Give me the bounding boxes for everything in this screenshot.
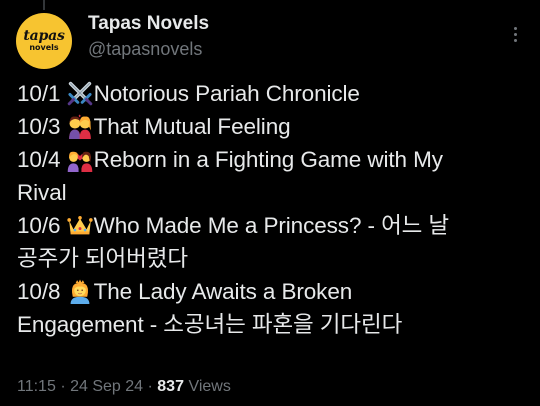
tweet-metadata: 11:15 · 24 Sep 24 · 837 Views: [17, 376, 231, 398]
author-info: Tapas Novels @tapasnovels: [88, 13, 209, 60]
crown-icon: [66, 212, 93, 238]
tweet-header: tapas novels Tapas Novels @tapasnovels: [16, 13, 528, 69]
tweet-line: 10/8 The Lady Awaits a Broken: [17, 275, 527, 308]
meta-separator: ·: [147, 378, 153, 395]
tweet-line: 10/3 That Mutual Feeling: [17, 110, 527, 143]
avatar-logo-bottom: novels: [29, 43, 59, 52]
tweet-time[interactable]: 11:15: [17, 378, 56, 395]
series-title[interactable]: Notorious Pariah Chronicle: [94, 81, 360, 106]
tweet-line: 10/4 Reborn in a Fighting Game with My: [17, 143, 527, 176]
crossed-swords-icon: [67, 80, 93, 106]
handle[interactable]: @tapasnovels: [88, 38, 209, 60]
views-label: Views: [188, 378, 231, 395]
avatar-logo-top: tapas: [23, 28, 65, 44]
avatar[interactable]: tapas novels: [16, 13, 72, 69]
tweet-date[interactable]: 24 Sep 24: [70, 378, 143, 395]
release-date: 10/3: [17, 114, 61, 139]
release-date: 10/4: [17, 147, 61, 172]
thread-connector-line: [43, 0, 45, 10]
tweet-line-continued: 공주가 되어버렸다: [17, 246, 188, 271]
series-title[interactable]: Reborn in a Fighting Game with My: [94, 147, 443, 172]
couple-with-heart-icon: [67, 146, 93, 172]
more-dot-icon: [513, 26, 517, 30]
series-title[interactable]: The Lady Awaits a Broken: [94, 279, 353, 304]
series-title[interactable]: That Mutual Feeling: [94, 114, 291, 139]
meta-separator: ·: [60, 378, 66, 395]
tweet-line-continued: Rival: [17, 180, 67, 205]
tweet-text: 10/1 Notorious Pariah Chronicle 10/3 Tha…: [17, 77, 527, 341]
release-date: 10/1: [17, 81, 61, 106]
views-count[interactable]: 837: [157, 378, 184, 395]
series-title[interactable]: Who Made Me a Princess? - 어느 날: [94, 213, 450, 238]
more-dot-icon: [513, 32, 517, 36]
more-options-button[interactable]: [508, 23, 522, 45]
release-date: 10/8: [17, 279, 61, 304]
more-dot-icon: [513, 38, 517, 42]
display-name[interactable]: Tapas Novels: [88, 13, 209, 35]
release-date: 10/6: [17, 213, 61, 238]
princess-icon: [67, 278, 93, 304]
tweet-line-continued: Engagement - 소공녀는 파혼을 기다린다: [17, 312, 403, 337]
tweet-line: 10/6 Who Made Me a Princess? - 어느 날: [17, 209, 527, 242]
kiss-couple-icon: [67, 113, 93, 139]
tweet-line: 10/1 Notorious Pariah Chronicle: [17, 77, 527, 110]
